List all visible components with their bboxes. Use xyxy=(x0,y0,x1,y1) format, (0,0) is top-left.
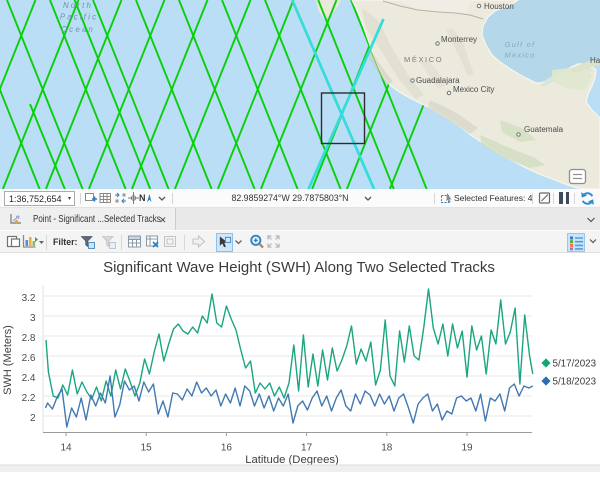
svg-text:15: 15 xyxy=(141,443,153,454)
svg-text:Monterrey: Monterrey xyxy=(441,35,477,44)
svg-text:19: 19 xyxy=(461,443,473,454)
svg-text:North: North xyxy=(63,1,93,10)
svg-text:2.8: 2.8 xyxy=(22,333,36,344)
svg-text:Guadalajara: Guadalajara xyxy=(416,76,460,85)
svg-text:MÉXICO: MÉXICO xyxy=(404,55,443,64)
svg-text:2.6: 2.6 xyxy=(22,353,36,364)
svg-text:Pacific: Pacific xyxy=(60,13,98,22)
svg-text:3.2: 3.2 xyxy=(22,293,36,304)
svg-text:Significant Wave Height (SWH): Significant Wave Height (SWH) Along Two … xyxy=(103,259,495,276)
svg-text:5/17/2023: 5/17/2023 xyxy=(553,359,597,370)
svg-text:Gulf of: Gulf of xyxy=(505,40,536,49)
svg-text:16: 16 xyxy=(221,443,233,454)
svg-text:Houston: Houston xyxy=(484,2,514,11)
svg-text:3: 3 xyxy=(30,313,36,324)
svg-text:SWH (Meters): SWH (Meters) xyxy=(2,325,14,395)
svg-text:N: N xyxy=(139,193,146,203)
svg-text:2.4: 2.4 xyxy=(22,373,36,384)
svg-text:Ocean: Ocean xyxy=(61,25,95,34)
svg-text:2: 2 xyxy=(30,413,36,424)
svg-text:14: 14 xyxy=(60,443,72,454)
svg-text:5/18/2023: 5/18/2023 xyxy=(553,377,597,388)
svg-text:Guatemala: Guatemala xyxy=(524,125,564,134)
svg-text:Mexico: Mexico xyxy=(505,51,536,60)
svg-text:Latitude (Degrees): Latitude (Degrees) xyxy=(245,454,339,466)
svg-text:17: 17 xyxy=(301,443,313,454)
svg-text:Mexico City: Mexico City xyxy=(453,85,494,94)
svg-text:2.2: 2.2 xyxy=(22,393,36,404)
svg-text:Ha: Ha xyxy=(590,56,600,65)
svg-text:18: 18 xyxy=(381,443,393,454)
